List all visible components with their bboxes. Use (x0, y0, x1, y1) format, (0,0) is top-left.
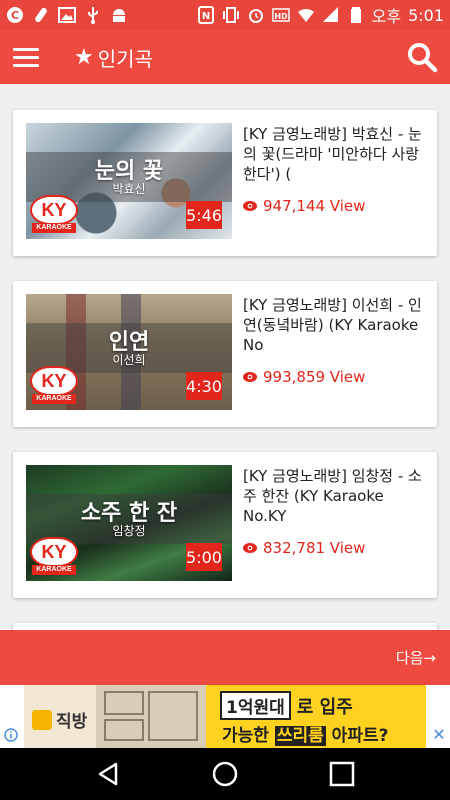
ad-price-chip: 1억원대 (220, 691, 291, 720)
song-card[interactable] (13, 623, 437, 630)
eye-icon (243, 201, 257, 211)
app-bar: ★ 인기곡 (0, 30, 450, 84)
view-count-text: 832,781 View (263, 539, 366, 557)
song-title[interactable]: [KY 금영노래방] 박효신 - 눈의 꽃(드라마 '미안하다 사랑한다') ( (243, 124, 429, 184)
ky-karaoke-logo: KY KARAOKE (30, 195, 78, 235)
usb-icon (84, 6, 102, 24)
star-icon: ★ (74, 44, 94, 70)
c-icon: C (6, 6, 24, 24)
svg-text:C: C (11, 9, 19, 22)
image-icon (58, 6, 76, 24)
view-count-text: 993,859 View (263, 368, 366, 386)
duration-badge: 4:30 (186, 372, 222, 400)
duration-badge: 5:00 (186, 543, 222, 571)
vibrate-icon (222, 6, 240, 24)
ad-image-left[interactable]: 직방 (24, 685, 206, 748)
cleaner-icon (32, 6, 50, 24)
eye-icon (243, 543, 257, 553)
song-title[interactable]: [KY 금영노래방] 임창정 - 소주 한잔 (KY Karaoke No.KY (243, 466, 429, 526)
song-thumbnail[interactable]: 인연 이선희 KY KARAOKE 4:30 (26, 294, 232, 410)
duration-badge: 5:46 (186, 201, 222, 229)
svg-text:HD: HD (274, 12, 288, 21)
song-card[interactable]: 인연 이선희 KY KARAOKE 4:30 [KY 금영노래방] 이선희 - … (13, 281, 437, 427)
nfc-icon: N (197, 6, 215, 24)
house-icon (32, 709, 52, 730)
ad-banner[interactable]: 직방 1억원대 로 입주 가능한 쓰리룸 아파트? ✕ (0, 685, 450, 748)
ky-karaoke-logo: KY KARAOKE (30, 366, 78, 406)
ad-line1-text: 로 입주 (296, 696, 353, 718)
status-ampm: 오후 (371, 7, 402, 26)
recents-icon[interactable] (322, 754, 362, 794)
ad-brand-logo: 직방 (32, 707, 87, 732)
next-button[interactable]: 다음→ (396, 647, 436, 668)
song-thumbnail[interactable]: 소주 한 잔 임창정 KY KARAOKE 5:00 (26, 465, 232, 581)
song-thumbnail[interactable]: 눈의 꽃 박효신 KY KARAOKE 5:46 (26, 123, 232, 239)
page-title-text: 인기곡 (97, 46, 153, 71)
ad-image-right[interactable]: 1억원대 로 입주 가능한 쓰리룸 아파트? (206, 685, 426, 748)
song-card[interactable]: 눈의 꽃 박효신 KY KARAOKE 5:46 [KY 금영노래방] 박효신 … (13, 110, 437, 256)
song-list[interactable]: 눈의 꽃 박효신 KY KARAOKE 5:46 [KY 금영노래방] 박효신 … (0, 84, 450, 630)
system-nav-bar (0, 748, 450, 800)
ad-info-icon[interactable] (0, 726, 22, 744)
ky-karaoke-logo: KY KARAOKE (30, 537, 78, 577)
battery-icon (347, 6, 365, 24)
page-title: ★ 인기곡 (74, 43, 153, 72)
wifi-icon (297, 6, 315, 24)
view-count-text: 947,144 View (263, 197, 366, 215)
ad-close-icon[interactable]: ✕ (428, 726, 450, 744)
view-count: 832,781 View (243, 539, 365, 557)
hamburger-menu-icon[interactable] (0, 30, 52, 84)
status-time: 5:01 (408, 5, 444, 25)
song-card[interactable]: 소주 한 잔 임창정 KY KARAOKE 5:00 [KY 금영노래방] 임창… (13, 452, 437, 598)
android-icon (110, 6, 128, 24)
status-bar: C N HD 오후 5:01 (0, 0, 450, 30)
view-count: 947,144 View (243, 197, 365, 215)
search-icon[interactable] (394, 30, 450, 84)
home-icon[interactable] (205, 754, 245, 794)
song-title[interactable]: [KY 금영노래방] 이선희 - 인연(동녘바람) (KY Karaoke No (243, 295, 429, 355)
alarm-icon (247, 6, 265, 24)
floor-plan-image (96, 685, 206, 748)
back-icon[interactable] (88, 754, 128, 794)
svg-text:N: N (201, 11, 209, 22)
signal-icon (322, 6, 340, 24)
eye-icon (243, 372, 257, 382)
view-count: 993,859 View (243, 368, 365, 386)
ad-line2: 가능한 쓰리룸 아파트? (222, 726, 389, 746)
next-page-bar: 다음→ (0, 630, 450, 685)
hd-icon: HD (271, 6, 290, 24)
